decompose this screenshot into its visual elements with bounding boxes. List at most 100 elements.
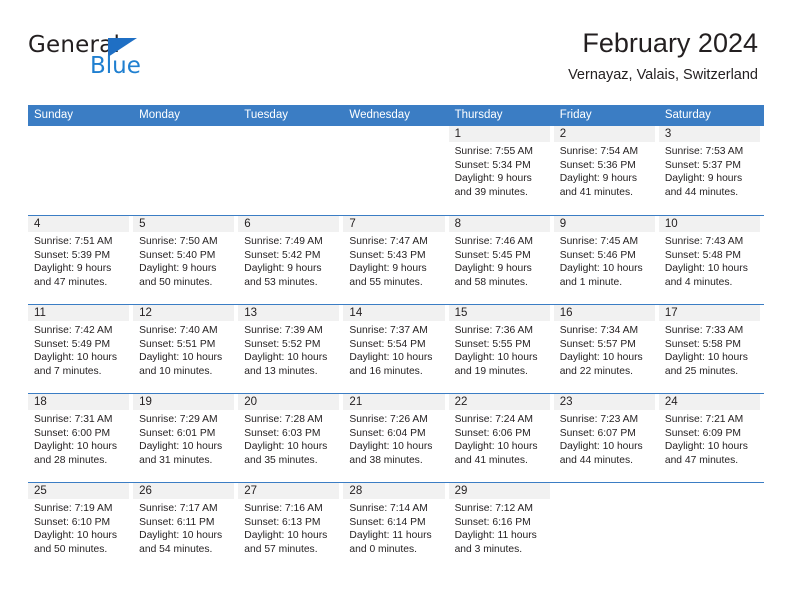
day-daylight1-text: Daylight: 9 hours — [559, 173, 637, 184]
calendar-day-cell[interactable]: 11 Sunrise: 7:42 AM Sunset: 5:49 PM Dayligh… — [28, 305, 133, 393]
day-daylight1-text: Daylight: 10 hours — [139, 352, 223, 363]
day-number: 2 — [553, 126, 655, 142]
day-daylight1-text: Daylight: 10 hours — [664, 352, 748, 363]
page-title: February 2024 — [582, 28, 758, 58]
day-daylight1-text: Daylight: 9 hours — [454, 173, 532, 184]
calendar-day-cell[interactable]: 26 Sunrise: 7:17 AM Sunset: 6:11 PM Dayligh… — [133, 483, 238, 571]
day-daylight2-text: and 44 minutes. — [559, 454, 633, 466]
day-sun-info: Sunrise: 7:36 AM Sunset: 5:55 PM Daylight:… — [449, 321, 550, 378]
day-daylight2-text: and 55 minutes. — [349, 276, 423, 288]
calendar-day-cell[interactable]: 25 Sunrise: 7:19 AM Sunset: 6:10 PM Dayligh… — [28, 483, 133, 571]
weekday-header-sunday: Sunday — [34, 109, 74, 121]
calendar-day-cell[interactable]: 18 Sunrise: 7:31 AM Sunset: 6:00 PM Dayligh… — [28, 394, 133, 482]
calendar-day-cell[interactable]: 20 Sunrise: 7:28 AM Sunset: 6:03 PM Dayligh… — [238, 394, 343, 482]
day-daylight2-text: and 1 minute. — [559, 276, 623, 288]
calendar-day-cell[interactable]: 17 Sunrise: 7:33 AM Sunset: 5:58 PM Dayligh… — [658, 305, 764, 393]
day-sunset-text: Sunset: 5:46 PM — [559, 249, 636, 261]
day-number: 19 — [133, 394, 235, 410]
calendar-day-cell[interactable]: 16 Sunrise: 7:34 AM Sunset: 5:57 PM Dayligh… — [553, 305, 659, 393]
calendar-day-cell[interactable]: 4 Sunrise: 7:51 AM Sunset: 5:39 PM Daylight… — [28, 216, 133, 304]
day-daylight1-text: Daylight: 9 hours — [244, 263, 322, 274]
day-sunset-text: Sunset: 6:14 PM — [349, 516, 426, 528]
day-sunrise-text: Sunrise: 7:54 AM — [559, 146, 639, 157]
calendar-day-cell[interactable]: 19 Sunrise: 7:29 AM Sunset: 6:01 PM Dayligh… — [133, 394, 238, 482]
day-daylight2-text: and 31 minutes. — [139, 454, 213, 466]
day-number: 16 — [553, 305, 655, 321]
day-sunset-text: Sunset: 6:01 PM — [139, 427, 216, 439]
calendar-day-cell[interactable]: 8 Sunrise: 7:46 AM Sunset: 5:45 PM Daylight… — [448, 216, 554, 304]
day-sunset-text: Sunset: 5:48 PM — [664, 249, 741, 261]
day-number — [28, 126, 129, 142]
day-daylight2-text: and 0 minutes. — [349, 543, 417, 555]
day-number: 21 — [343, 394, 445, 410]
weekday-header-row: Sunday Monday Tuesday Wednesday Thursday Frid… — [28, 105, 764, 126]
day-sunset-text: Sunset: 6:06 PM — [454, 427, 531, 439]
weekday-header-thursday: Thursday — [454, 109, 503, 121]
calendar-day-cell[interactable]: 2 Sunrise: 7:54 AM Sunset: 5:36 PM Daylight… — [553, 126, 659, 215]
calendar-day-cell[interactable]: 6 Sunrise: 7:49 AM Sunset: 5:42 PM Daylight… — [238, 216, 343, 304]
day-sunrise-text: Sunrise: 7:14 AM — [349, 503, 428, 514]
calendar-day-cell[interactable]: 21 Sunrise: 7:26 AM Sunset: 6:04 PM Dayligh… — [343, 394, 448, 482]
title-block: February 2024 Vernayaz, Valais, Switzerl… — [568, 26, 758, 84]
calendar-page: General Blue February 2024 Vernayaz, Val… — [0, 0, 792, 612]
day-sun-info: Sunrise: 7:40 AM Sunset: 5:51 PM Daylight:… — [133, 321, 234, 378]
day-daylight2-text: and 41 minutes. — [559, 186, 633, 198]
day-daylight1-text: Daylight: 10 hours — [664, 263, 748, 274]
day-daylight2-text: and 50 minutes. — [34, 543, 108, 555]
day-sunrise-text: Sunrise: 7:16 AM — [244, 503, 323, 514]
day-number: 24 — [658, 394, 760, 410]
calendar-day-cell[interactable]: 1 Sunrise: 7:55 AM Sunset: 5:34 PM Daylight… — [448, 126, 554, 215]
calendar-day-cell[interactable]: 29 Sunrise: 7:12 AM Sunset: 6:16 PM Dayligh… — [448, 483, 554, 571]
calendar-day-cell[interactable]: 9 Sunrise: 7:45 AM Sunset: 5:46 PM Daylight… — [553, 216, 659, 304]
day-daylight1-text: Daylight: 9 hours — [34, 263, 112, 274]
day-number — [343, 126, 444, 142]
day-sunset-text: Sunset: 6:13 PM — [244, 516, 321, 528]
day-sun-info: Sunrise: 7:14 AM Sunset: 6:14 PM Daylight:… — [343, 499, 444, 556]
day-daylight1-text: Daylight: 9 hours — [139, 263, 217, 274]
day-sunrise-text: Sunrise: 7:29 AM — [139, 414, 218, 425]
calendar-day-cell[interactable]: 28 Sunrise: 7:14 AM Sunset: 6:14 PM Dayligh… — [343, 483, 448, 571]
calendar-day-cell[interactable]: 13 Sunrise: 7:39 AM Sunset: 5:52 PM Dayligh… — [238, 305, 343, 393]
day-number: 5 — [133, 216, 235, 232]
calendar-day-cell[interactable]: 10 Sunrise: 7:43 AM Sunset: 5:48 PM Dayligh… — [658, 216, 764, 304]
day-daylight2-text: and 58 minutes. — [454, 276, 528, 288]
day-sun-info: Sunrise: 7:46 AM Sunset: 5:45 PM Daylight:… — [449, 232, 550, 289]
day-number: 11 — [28, 305, 130, 321]
day-daylight1-text: Daylight: 10 hours — [139, 530, 223, 541]
calendar-day-cell[interactable]: 27 Sunrise: 7:16 AM Sunset: 6:13 PM Dayligh… — [238, 483, 343, 571]
day-sunset-text: Sunset: 5:34 PM — [454, 159, 531, 171]
calendar-week-row: 11 Sunrise: 7:42 AM Sunset: 5:49 PM Dayligh… — [28, 304, 764, 393]
day-daylight2-text: and 10 minutes. — [139, 365, 213, 377]
day-number: 29 — [448, 483, 550, 499]
weekday-header-monday: Monday — [139, 109, 181, 121]
day-daylight1-text: Daylight: 11 hours — [454, 530, 537, 541]
calendar-day-cell[interactable]: 14 Sunrise: 7:37 AM Sunset: 5:54 PM Dayligh… — [343, 305, 448, 393]
day-daylight1-text: Daylight: 10 hours — [349, 352, 433, 363]
calendar-day-cell-empty — [554, 483, 659, 571]
calendar-day-cell[interactable]: 12 Sunrise: 7:40 AM Sunset: 5:51 PM Dayligh… — [133, 305, 238, 393]
day-daylight2-text: and 16 minutes. — [349, 365, 423, 377]
day-daylight2-text: and 28 minutes. — [34, 454, 108, 466]
day-daylight1-text: Daylight: 9 hours — [664, 173, 743, 184]
calendar-day-cell-empty — [28, 126, 133, 215]
calendar-day-cell[interactable]: 24 Sunrise: 7:21 AM Sunset: 6:09 PM Dayligh… — [658, 394, 764, 482]
calendar-day-cell[interactable]: 23 Sunrise: 7:23 AM Sunset: 6:07 PM Dayligh… — [553, 394, 659, 482]
day-sunrise-text: Sunrise: 7:50 AM — [139, 236, 218, 247]
day-sunrise-text: Sunrise: 7:28 AM — [244, 414, 323, 425]
day-sunset-text: Sunset: 6:10 PM — [34, 516, 111, 528]
day-sun-info: Sunrise: 7:29 AM Sunset: 6:01 PM Daylight:… — [133, 410, 234, 467]
calendar-day-cell[interactable]: 5 Sunrise: 7:50 AM Sunset: 5:40 PM Daylight… — [133, 216, 238, 304]
calendar-day-cell[interactable]: 7 Sunrise: 7:47 AM Sunset: 5:43 PM Daylight… — [343, 216, 448, 304]
day-sunrise-text: Sunrise: 7:36 AM — [454, 325, 533, 336]
calendar-day-cell-empty — [238, 126, 343, 215]
day-daylight1-text: Daylight: 10 hours — [559, 263, 643, 274]
calendar-day-cell[interactable]: 3 Sunrise: 7:53 AM Sunset: 5:37 PM Daylight… — [658, 126, 764, 215]
calendar-day-cell[interactable]: 22 Sunrise: 7:24 AM Sunset: 6:06 PM Dayligh… — [448, 394, 554, 482]
day-sunset-text: Sunset: 6:16 PM — [454, 516, 531, 528]
day-sun-info: Sunrise: 7:33 AM Sunset: 5:58 PM Daylight:… — [659, 321, 760, 378]
day-daylight2-text: and 3 minutes. — [454, 543, 523, 555]
calendar-day-cell[interactable]: 15 Sunrise: 7:36 AM Sunset: 5:55 PM Dayligh… — [448, 305, 554, 393]
day-number: 27 — [238, 483, 340, 499]
day-sun-info: Sunrise: 7:45 AM Sunset: 5:46 PM Daylight:… — [554, 232, 655, 289]
day-number: 23 — [553, 394, 655, 410]
